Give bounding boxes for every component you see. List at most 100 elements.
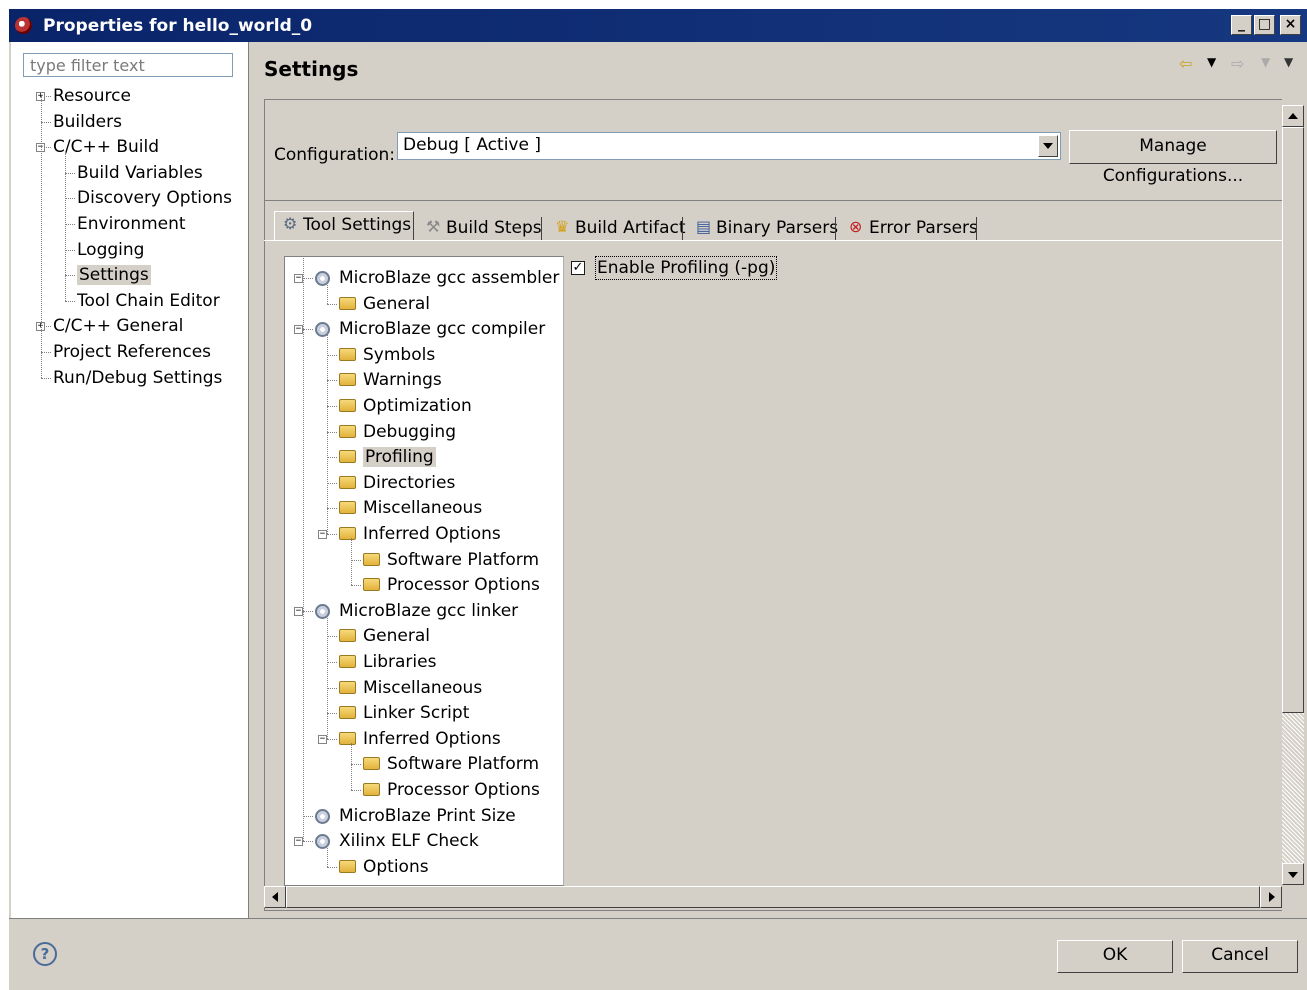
- option-folder-icon: [339, 680, 356, 694]
- tool-tree-item-miscellaneous[interactable]: Miscellaneous: [363, 676, 482, 700]
- arrow-right-icon: [1269, 892, 1275, 902]
- close-button[interactable]: ×: [1280, 15, 1301, 35]
- view-menu-icon[interactable]: ▼: [1284, 55, 1293, 69]
- tool-tree-item-xilinx-elf-check[interactable]: Xilinx ELF Check: [339, 829, 479, 853]
- nav-item-c-c-build[interactable]: C/C++ Build: [53, 136, 159, 158]
- tree-connector: [327, 508, 337, 510]
- tree-connector: [351, 585, 361, 587]
- tree-connector: [351, 538, 352, 586]
- tab-separator: [682, 217, 683, 241]
- tool-settings-tree[interactable]: MicroBlaze gcc assembler − General MicroBla…: [284, 256, 564, 886]
- nav-item-build-variables[interactable]: Build Variables: [77, 162, 203, 184]
- option-folder-icon: [339, 450, 356, 464]
- tree-connector: [327, 662, 337, 663]
- tree-connector: [327, 380, 337, 382]
- tool-tree-item-warnings[interactable]: Warnings: [363, 368, 442, 392]
- tool-tree-item-debugging[interactable]: Debugging: [363, 420, 456, 444]
- nav-item-label: Discovery Options: [77, 188, 232, 209]
- collapse-icon[interactable]: −: [318, 734, 327, 744]
- nav-item-label: Resource: [53, 86, 131, 106]
- nav-item-logging[interactable]: Logging: [77, 239, 144, 261]
- nav-item-project-references[interactable]: Project References: [53, 341, 211, 363]
- scroll-left-button[interactable]: [264, 886, 286, 908]
- scroll-down-button[interactable]: [1282, 863, 1304, 885]
- tool-tree-label: General: [363, 626, 430, 647]
- nav-item-environment[interactable]: Environment: [77, 213, 186, 235]
- collapse-icon[interactable]: −: [294, 837, 303, 847]
- tool-tree-item-linker-script[interactable]: Linker Script: [363, 701, 469, 725]
- tool-tree-item-microblaze-gcc-linker[interactable]: MicroBlaze gcc linker: [339, 599, 518, 623]
- tool-tree-item-inferred-options[interactable]: Inferred Options: [363, 727, 501, 751]
- tool-tree-item-miscellaneous[interactable]: Miscellaneous: [363, 496, 482, 520]
- enable-profiling-checkbox[interactable]: ✓: [571, 261, 585, 275]
- tool-tree-item-software-platform[interactable]: Software Platform: [387, 752, 539, 776]
- scroll-track[interactable]: [1282, 713, 1304, 863]
- nav-item-run-debug-settings[interactable]: Run/Debug Settings: [53, 367, 222, 389]
- tool-tree-label: Processor Options: [387, 780, 540, 800]
- collapse-icon[interactable]: −: [294, 325, 303, 335]
- nav-item-c-c-general[interactable]: C/C++ General: [53, 315, 183, 337]
- ok-button[interactable]: OK: [1057, 940, 1173, 973]
- tool-tree-nodes: MicroBlaze gcc assembler − General MicroBla…: [285, 257, 563, 885]
- tool-tree-item-general[interactable]: General: [363, 624, 430, 648]
- tool-tree-label: Optimization: [363, 396, 472, 416]
- option-folder-icon: [363, 578, 380, 592]
- nav-item-tool-chain-editor[interactable]: Tool Chain Editor: [77, 290, 220, 312]
- tree-connector: [327, 354, 337, 356]
- cancel-button[interactable]: Cancel: [1182, 940, 1298, 973]
- tool-tree-item-microblaze-print-size[interactable]: MicroBlaze Print Size: [339, 804, 516, 828]
- horizontal-scrollbar[interactable]: [264, 886, 1282, 908]
- tool-tree-item-inferred-options[interactable]: Inferred Options: [363, 522, 501, 546]
- tree-connector: [41, 352, 51, 353]
- tree-connector: [351, 764, 361, 766]
- option-folder-icon: [339, 475, 356, 489]
- tree-connector: [351, 790, 361, 791]
- tool-tree-item-processor-options[interactable]: Processor Options: [387, 778, 540, 802]
- filter-input[interactable]: [23, 53, 233, 77]
- settings-tabs: ⚙ Tool Settings ⚒ Build Steps ♛ Build Artifac…: [264, 9, 1282, 249]
- tree-connector: [351, 742, 352, 790]
- tree-connector: [327, 636, 337, 638]
- nav-item-label: Project References: [53, 342, 212, 362]
- enable-profiling-label[interactable]: Enable Profiling (-pg): [595, 256, 778, 280]
- tool-tree-label: Libraries: [363, 652, 437, 672]
- sdk-logo-icon: [15, 17, 32, 34]
- nav-item-builders[interactable]: Builders: [53, 111, 122, 133]
- tool-tree-item-software-platform[interactable]: Software Platform: [387, 548, 539, 572]
- tab-tool-settings[interactable]: ⚙ Tool Settings: [274, 211, 414, 241]
- option-folder-icon: [339, 859, 356, 873]
- nav-item-discovery-options[interactable]: Discovery Options: [77, 187, 232, 209]
- tool-tree-item-directories[interactable]: Directories: [363, 471, 455, 495]
- tab-label: Error Parsers: [869, 218, 978, 238]
- collapse-icon[interactable]: −: [294, 274, 303, 283]
- tree-connector: [65, 198, 75, 200]
- tab-label: Tool Settings: [303, 215, 412, 235]
- help-icon[interactable]: ?: [33, 942, 57, 966]
- scroll-right-button[interactable]: [1260, 886, 1282, 908]
- tool-tree-item-microblaze-gcc-compiler[interactable]: MicroBlaze gcc compiler: [339, 317, 545, 341]
- left-navigation-pane: Resource+BuildersC/C++ Build−Build Varia…: [11, 42, 248, 918]
- tool-tree-item-general[interactable]: General: [363, 292, 430, 316]
- nav-item-settings[interactable]: Settings: [77, 264, 151, 286]
- collapse-icon[interactable]: −: [318, 530, 327, 539]
- pane-divider[interactable]: [248, 42, 249, 918]
- tab-baseline: [264, 240, 1282, 241]
- tool-tree-item-processor-options[interactable]: Processor Options: [387, 573, 540, 597]
- scroll-up-button[interactable]: [1282, 105, 1304, 127]
- tree-connector: [327, 738, 337, 740]
- collapse-icon[interactable]: −: [294, 606, 303, 616]
- tool-tree-item-libraries[interactable]: Libraries: [363, 650, 436, 674]
- tool-tree-item-profiling[interactable]: Profiling: [363, 445, 436, 469]
- tool-tree-item-options[interactable]: Options: [363, 855, 429, 879]
- horizontal-scroll-thumb[interactable]: [286, 886, 1260, 908]
- scroll-thumb[interactable]: [1282, 127, 1304, 713]
- tool-tree-item-optimization[interactable]: Optimization: [363, 394, 472, 418]
- vertical-scrollbar[interactable]: [1282, 105, 1304, 885]
- tool-tree-item-symbols[interactable]: Symbols: [363, 343, 435, 367]
- nav-item-resource[interactable]: Resource: [53, 85, 131, 107]
- option-folder-icon: [339, 629, 356, 643]
- arrow-left-icon: [272, 892, 278, 902]
- tree-connector: [303, 329, 313, 331]
- tree-connector: [327, 482, 337, 484]
- tool-tree-item-microblaze-gcc-assembler[interactable]: MicroBlaze gcc assembler: [339, 266, 559, 290]
